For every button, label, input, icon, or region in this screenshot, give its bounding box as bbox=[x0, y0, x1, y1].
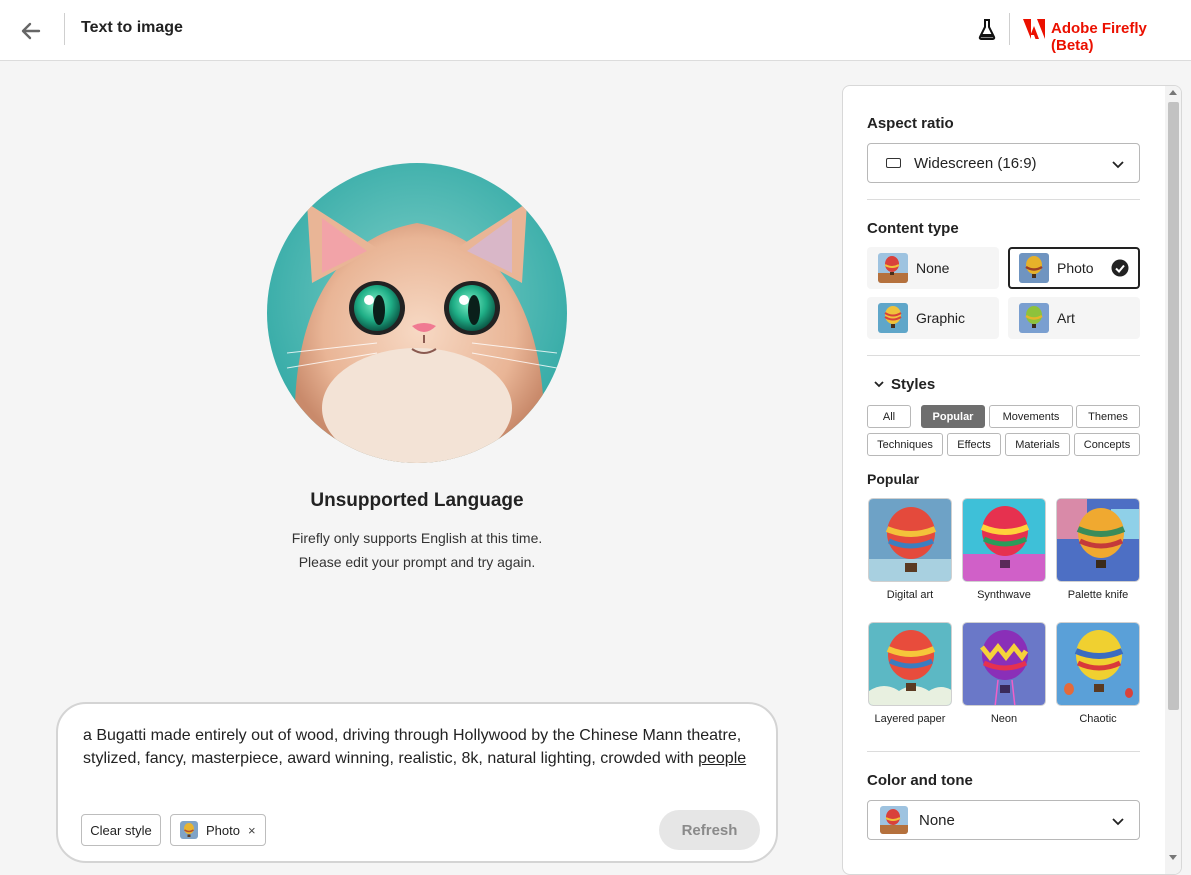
color-tone-select[interactable]: None bbox=[867, 800, 1140, 840]
content-type-label: Photo bbox=[1057, 260, 1094, 276]
page-title: Text to image bbox=[81, 19, 183, 36]
style-chaotic[interactable]: Chaotic bbox=[1056, 622, 1140, 725]
chevron-down-icon bbox=[1112, 161, 1124, 169]
balloon-thumbnail-icon bbox=[1019, 253, 1049, 283]
header-divider bbox=[64, 13, 65, 45]
style-label: Chaotic bbox=[1079, 713, 1117, 725]
prompt-input[interactable]: a Bugatti made entirely out of wood, dri… bbox=[83, 724, 753, 770]
divider bbox=[867, 199, 1140, 200]
rectangle-icon bbox=[886, 158, 901, 168]
balloon-thumbnail-icon bbox=[878, 303, 908, 333]
tag-all[interactable]: All bbox=[867, 405, 911, 428]
aspect-ratio-value: Widescreen (16:9) bbox=[914, 154, 1037, 172]
style-synthwave[interactable]: Synthwave bbox=[962, 498, 1046, 601]
divider bbox=[867, 355, 1140, 356]
clear-style-button[interactable]: Clear style bbox=[81, 814, 161, 846]
balloon-thumbnail-icon bbox=[880, 806, 908, 834]
tag-techniques[interactable]: Techniques bbox=[867, 433, 943, 456]
color-tone-title: Color and tone bbox=[867, 772, 973, 789]
balloon-thumbnail-icon bbox=[878, 253, 908, 283]
tag-effects[interactable]: Effects bbox=[947, 433, 1001, 456]
tag-popular[interactable]: Popular bbox=[921, 405, 985, 428]
balloon-thumbnail-icon bbox=[868, 498, 952, 582]
tag-themes[interactable]: Themes bbox=[1076, 405, 1140, 428]
header-divider-2 bbox=[1009, 13, 1010, 45]
prompt-box: a Bugatti made entirely out of wood, dri… bbox=[56, 702, 778, 863]
style-palette-knife[interactable]: Palette knife bbox=[1056, 498, 1140, 601]
popular-section-title: Popular bbox=[867, 471, 920, 487]
balloon-thumbnail-icon bbox=[1056, 498, 1140, 582]
chevron-down-icon bbox=[874, 381, 884, 388]
style-label: Neon bbox=[990, 713, 1018, 725]
tag-concepts[interactable]: Concepts bbox=[1074, 433, 1140, 456]
prompt-underlined-word: people bbox=[698, 750, 747, 767]
chevron-down-icon bbox=[1112, 818, 1124, 826]
style-neon[interactable]: Neon bbox=[962, 622, 1046, 725]
styles-toggle[interactable]: Styles bbox=[873, 376, 935, 393]
balloon-thumbnail-icon bbox=[868, 622, 952, 706]
style-label: Layered paper bbox=[874, 713, 946, 725]
tag-movements[interactable]: Movements bbox=[989, 405, 1073, 428]
aspect-ratio-select[interactable]: Widescreen (16:9) bbox=[867, 143, 1140, 183]
scrollbar[interactable] bbox=[1165, 86, 1181, 874]
balloon-thumbnail-icon bbox=[962, 622, 1046, 706]
scroll-up-icon[interactable] bbox=[1169, 90, 1177, 95]
checkmark-circle-icon bbox=[1111, 259, 1129, 277]
settings-panel: Aspect ratio Widescreen (16:9) Content t… bbox=[842, 85, 1182, 875]
tag-materials[interactable]: Materials bbox=[1005, 433, 1070, 456]
content-type-title: Content type bbox=[867, 220, 959, 237]
style-label: Synthwave bbox=[977, 589, 1031, 601]
content-type-none[interactable]: None bbox=[867, 247, 999, 289]
content-type-graphic[interactable]: Graphic bbox=[867, 297, 999, 339]
scroll-down-icon[interactable] bbox=[1169, 855, 1177, 860]
color-tone-value: None bbox=[919, 811, 955, 829]
style-layered-paper[interactable]: Layered paper bbox=[868, 622, 952, 725]
style-label: Digital art bbox=[886, 589, 934, 601]
scrollbar-thumb[interactable] bbox=[1168, 102, 1179, 710]
content-type-art[interactable]: Art bbox=[1008, 297, 1140, 339]
content-type-label: None bbox=[916, 260, 950, 276]
prompt-text: a Bugatti made entirely out of wood, dri… bbox=[83, 727, 742, 767]
top-bar: Text to image Adobe Firefly (Beta) bbox=[0, 0, 1191, 61]
balloon-thumbnail-icon bbox=[180, 821, 198, 839]
balloon-thumbnail-icon bbox=[962, 498, 1046, 582]
error-title: Unsupported Language bbox=[310, 490, 524, 511]
balloon-thumbnail-icon bbox=[1019, 303, 1049, 333]
flask-icon[interactable] bbox=[976, 17, 998, 41]
content-type-label: Graphic bbox=[916, 310, 966, 326]
close-icon[interactable]: × bbox=[248, 823, 256, 838]
refresh-button[interactable]: Refresh bbox=[659, 810, 760, 850]
divider bbox=[867, 751, 1140, 752]
generated-image-placeholder bbox=[267, 163, 567, 463]
error-message-line-2: Please edit your prompt and try again. bbox=[298, 554, 536, 570]
adobe-logo-icon bbox=[1023, 19, 1045, 39]
aspect-ratio-title: Aspect ratio bbox=[867, 115, 954, 132]
content-type-photo[interactable]: Photo bbox=[1008, 247, 1140, 289]
brand-name[interactable]: Adobe Firefly (Beta) bbox=[1051, 20, 1191, 54]
style-digital-art[interactable]: Digital art bbox=[868, 498, 952, 601]
arrow-left-icon[interactable] bbox=[18, 18, 44, 44]
balloon-thumbnail-icon bbox=[1056, 622, 1140, 706]
chip-label: Photo bbox=[206, 822, 240, 838]
content-type-label: Art bbox=[1057, 310, 1075, 326]
error-message-line-1: Firefly only supports English at this ti… bbox=[291, 530, 543, 546]
photo-style-chip[interactable]: Photo × bbox=[170, 814, 266, 846]
style-label: Palette knife bbox=[1067, 589, 1129, 601]
styles-title: Styles bbox=[891, 376, 936, 393]
